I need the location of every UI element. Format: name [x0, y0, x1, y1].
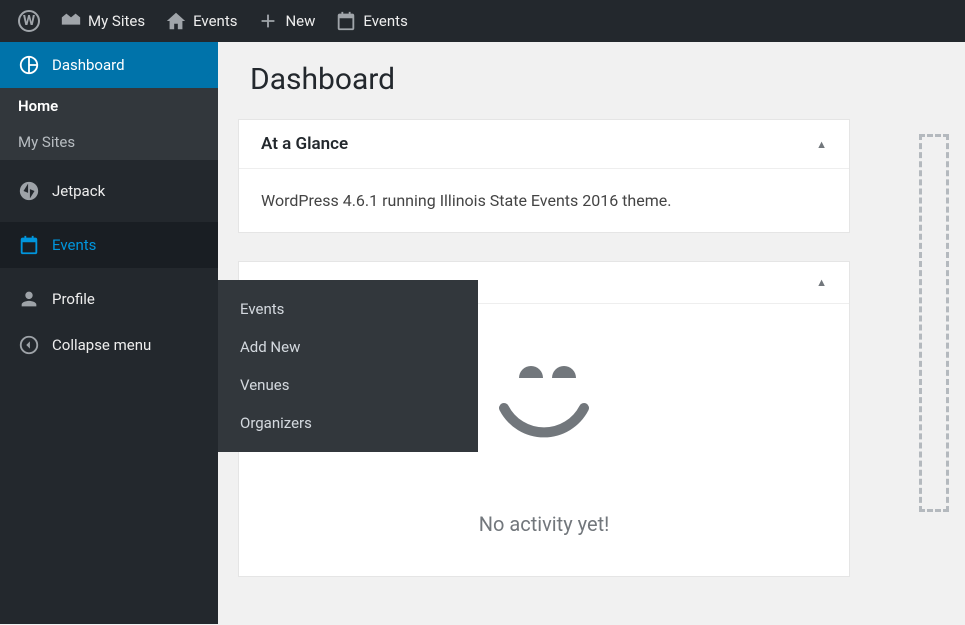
admin-bar: W My Sites Events New Events — [0, 0, 965, 42]
submenu-item-events[interactable]: Events — [218, 290, 478, 328]
jetpack-icon — [18, 180, 40, 202]
sidebar-subitem-home[interactable]: Home — [0, 88, 218, 124]
submenu-item-addnew[interactable]: Add New — [218, 328, 478, 366]
page-title: Dashboard — [250, 62, 945, 97]
sidebar-events-label: Events — [52, 236, 96, 254]
admin-bar-new[interactable]: New — [247, 0, 325, 42]
collapse-up-icon: ▲ — [816, 138, 827, 151]
houses-icon — [60, 10, 82, 32]
profile-icon — [18, 288, 40, 310]
submenu-item-venues[interactable]: Venues — [218, 366, 478, 404]
collapse-icon — [18, 334, 40, 356]
calendar-icon — [335, 10, 357, 32]
calendar-icon — [18, 234, 40, 256]
sidebar-collapse-label: Collapse menu — [52, 336, 151, 354]
sidebar-subitem-mysites[interactable]: My Sites — [0, 124, 218, 160]
sidebar-jetpack-label: Jetpack — [52, 182, 105, 200]
sidebar-item-events[interactable]: Events — [0, 222, 218, 268]
drop-placeholder — [919, 134, 949, 512]
sidebar-profile-label: Profile — [52, 290, 95, 308]
home-icon — [165, 10, 187, 32]
sidebar-item-collapse[interactable]: Collapse menu — [0, 322, 218, 368]
admin-bar-my-sites-label: My Sites — [88, 12, 145, 30]
wp-logo[interactable]: W — [8, 0, 50, 42]
admin-bar-events[interactable]: Events — [325, 0, 417, 42]
plus-icon — [257, 10, 279, 32]
no-activity-text: No activity yet! — [261, 512, 827, 536]
glance-panel-body: WordPress 4.6.1 running Illinois State E… — [239, 169, 849, 232]
sidebar-item-profile[interactable]: Profile — [0, 276, 218, 322]
admin-bar-my-sites[interactable]: My Sites — [50, 0, 155, 42]
admin-bar-new-label: New — [285, 12, 315, 30]
admin-bar-site[interactable]: Events — [155, 0, 247, 42]
sidebar: Dashboard Home My Sites Jetpack Events P… — [0, 42, 218, 624]
admin-bar-site-label: Events — [193, 12, 237, 30]
submenu-item-organizers[interactable]: Organizers — [218, 404, 478, 442]
admin-bar-events-label: Events — [363, 12, 407, 30]
sidebar-item-jetpack[interactable]: Jetpack — [0, 168, 218, 214]
collapse-up-icon: ▲ — [816, 276, 827, 289]
sidebar-item-dashboard[interactable]: Dashboard — [0, 42, 218, 88]
events-submenu: Events Add New Venues Organizers — [218, 280, 478, 452]
glance-panel-title: At a Glance — [261, 134, 348, 154]
sidebar-dashboard-label: Dashboard — [52, 56, 125, 74]
wordpress-icon: W — [18, 10, 40, 32]
smiley-icon — [474, 338, 614, 482]
glance-panel: At a Glance ▲ WordPress 4.6.1 running Il… — [238, 119, 850, 233]
sidebar-dashboard-submenu: Home My Sites — [0, 88, 218, 160]
glance-panel-header[interactable]: At a Glance ▲ — [239, 120, 849, 169]
dashboard-icon — [18, 54, 40, 76]
